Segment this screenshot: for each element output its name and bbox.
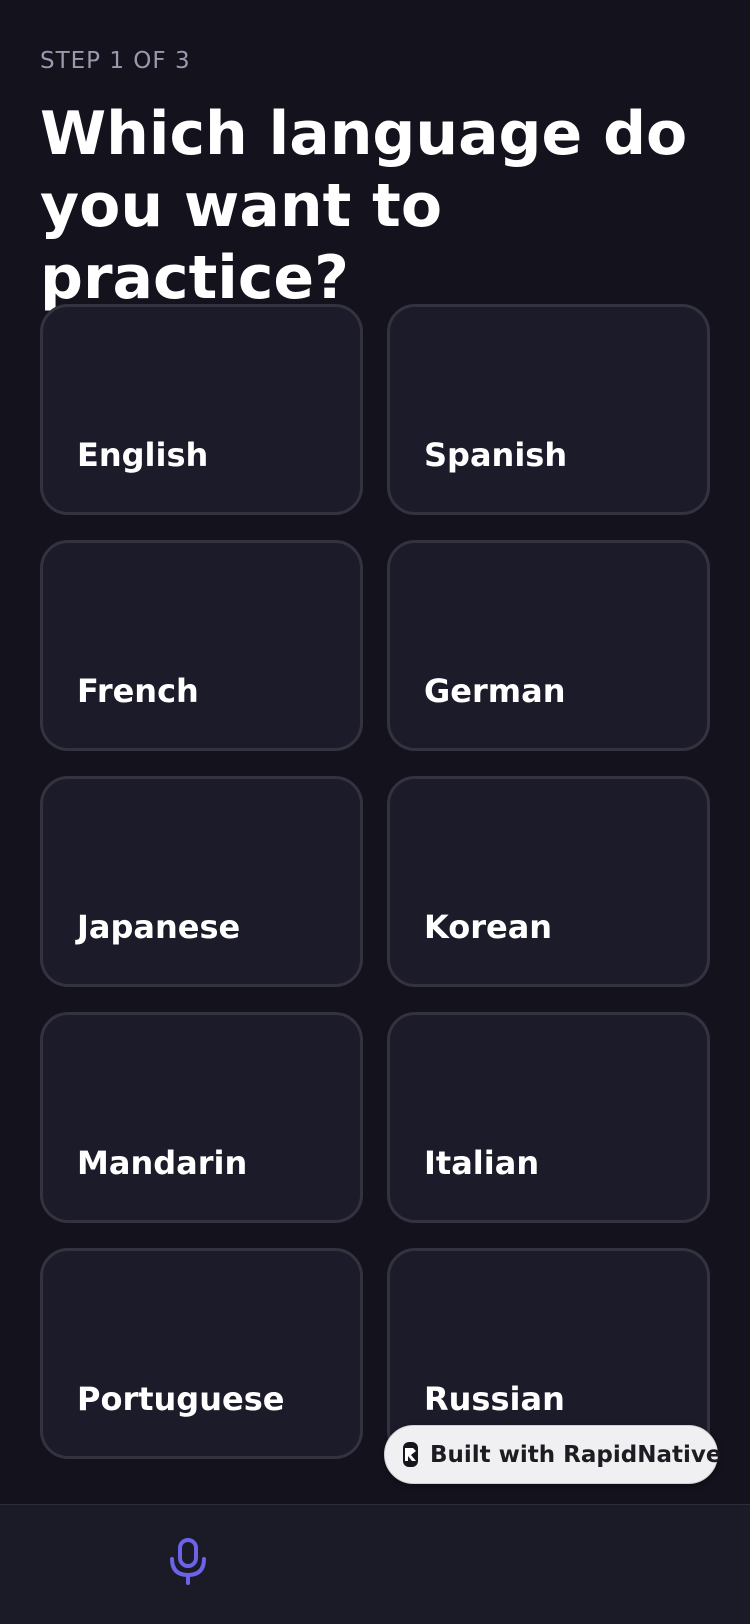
language-card-label: Italian — [424, 1144, 540, 1182]
language-grid: English Spanish French German Japanese K… — [40, 304, 710, 1459]
tab-practice[interactable] — [0, 1505, 375, 1624]
bottom-tab-bar — [0, 1504, 750, 1624]
language-card-portuguese[interactable]: Portuguese — [40, 1248, 363, 1459]
built-with-badge[interactable]: Built with RapidNative — [384, 1425, 722, 1484]
badge-label: Built with RapidNative — [430, 1441, 722, 1468]
language-card-label: Spanish — [424, 436, 568, 474]
rapidnative-logo-icon — [403, 1442, 418, 1467]
language-card-italian[interactable]: Italian — [387, 1012, 710, 1223]
language-card-german[interactable]: German — [387, 540, 710, 751]
language-card-english[interactable]: English — [40, 304, 363, 515]
language-select-screen: STEP 1 OF 3 Which language do you want t… — [0, 0, 750, 1624]
microphone-icon — [170, 1538, 206, 1585]
step-indicator: STEP 1 OF 3 — [40, 48, 191, 74]
language-card-label: French — [77, 672, 199, 710]
language-card-french[interactable]: French — [40, 540, 363, 751]
tab-label — [375, 1593, 750, 1603]
language-card-label: German — [424, 672, 566, 710]
page-title: Which language do you want to practice? — [40, 99, 688, 313]
language-card-label: Japanese — [77, 908, 241, 946]
language-card-label: English — [77, 436, 209, 474]
language-card-japanese[interactable]: Japanese — [40, 776, 363, 987]
tab-secondary[interactable] — [375, 1505, 750, 1624]
tab-label — [0, 1593, 375, 1603]
language-card-korean[interactable]: Korean — [387, 776, 710, 987]
language-card-label: Russian — [424, 1380, 565, 1418]
language-card-label: Korean — [424, 908, 553, 946]
language-card-mandarin[interactable]: Mandarin — [40, 1012, 363, 1223]
language-card-label: Portuguese — [77, 1380, 285, 1418]
language-card-label: Mandarin — [77, 1144, 248, 1182]
language-card-spanish[interactable]: Spanish — [387, 304, 710, 515]
